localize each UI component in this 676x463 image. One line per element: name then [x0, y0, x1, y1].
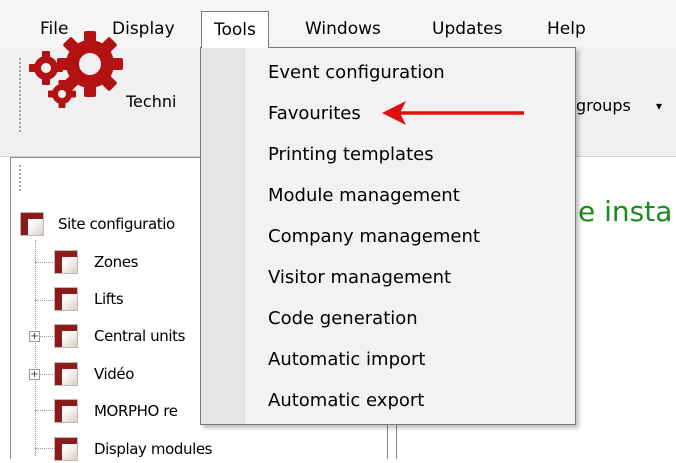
menu-item-code-generation[interactable]: Code generation: [268, 299, 418, 339]
menu-item-automatic-import[interactable]: Automatic import: [268, 340, 425, 380]
tree-connector: [35, 300, 53, 301]
menu-item-visitor-management[interactable]: Visitor management: [268, 258, 451, 298]
menu-item-favourites[interactable]: Favourites: [268, 94, 361, 134]
tree-connector: [35, 448, 53, 449]
toolbar-grip[interactable]: [18, 57, 22, 133]
tree-connector: [40, 336, 53, 337]
menu-item-event-configuration[interactable]: Event configuration: [268, 53, 445, 93]
expand-icon[interactable]: +: [29, 331, 40, 342]
gears-icon[interactable]: [28, 28, 128, 108]
menu-item-printing-templates[interactable]: Printing templates: [268, 135, 434, 175]
welcome-text: e insta: [578, 195, 673, 228]
groups-dropdown-arrow-icon[interactable]: ▾: [656, 96, 662, 116]
tree-node-label: Zones: [94, 253, 139, 271]
expand-icon[interactable]: +: [29, 369, 40, 380]
morpho-node-icon: [54, 399, 78, 423]
groups-label[interactable]: groups: [576, 96, 631, 116]
panel-grip[interactable]: [18, 164, 22, 192]
menu-updates[interactable]: Updates: [420, 11, 514, 47]
red-arrow-icon: [382, 101, 524, 125]
menu-windows[interactable]: Windows: [293, 11, 393, 47]
tree-node-label: Site configuratio: [58, 215, 175, 233]
tree-node-label: MORPHO re: [94, 402, 178, 420]
lifts-node-icon: [54, 287, 78, 311]
site-node-icon: [20, 212, 44, 236]
display-modules-node-icon: [54, 437, 78, 461]
tree-node-label: Central units: [94, 327, 186, 345]
menu-item-module-management[interactable]: Module management: [268, 176, 460, 216]
central-units-node-icon: [54, 324, 78, 348]
tree-connector: [40, 374, 53, 375]
menu-gutter: [201, 48, 245, 424]
tree-connector: [35, 262, 53, 263]
video-node-icon: [54, 362, 78, 386]
menu-help[interactable]: Help: [535, 11, 598, 47]
zones-node-icon: [54, 250, 78, 274]
tree-node-label: Lifts: [94, 290, 124, 308]
menu-item-automatic-export[interactable]: Automatic export: [268, 381, 424, 421]
tree-node-label: Vidéo: [94, 365, 135, 383]
tree-connector: [35, 240, 36, 456]
tree-connector: [35, 410, 53, 411]
technician-label[interactable]: Techni: [126, 92, 176, 112]
menu-tools[interactable]: Tools: [201, 11, 269, 48]
menu-item-company-management[interactable]: Company management: [268, 217, 480, 257]
